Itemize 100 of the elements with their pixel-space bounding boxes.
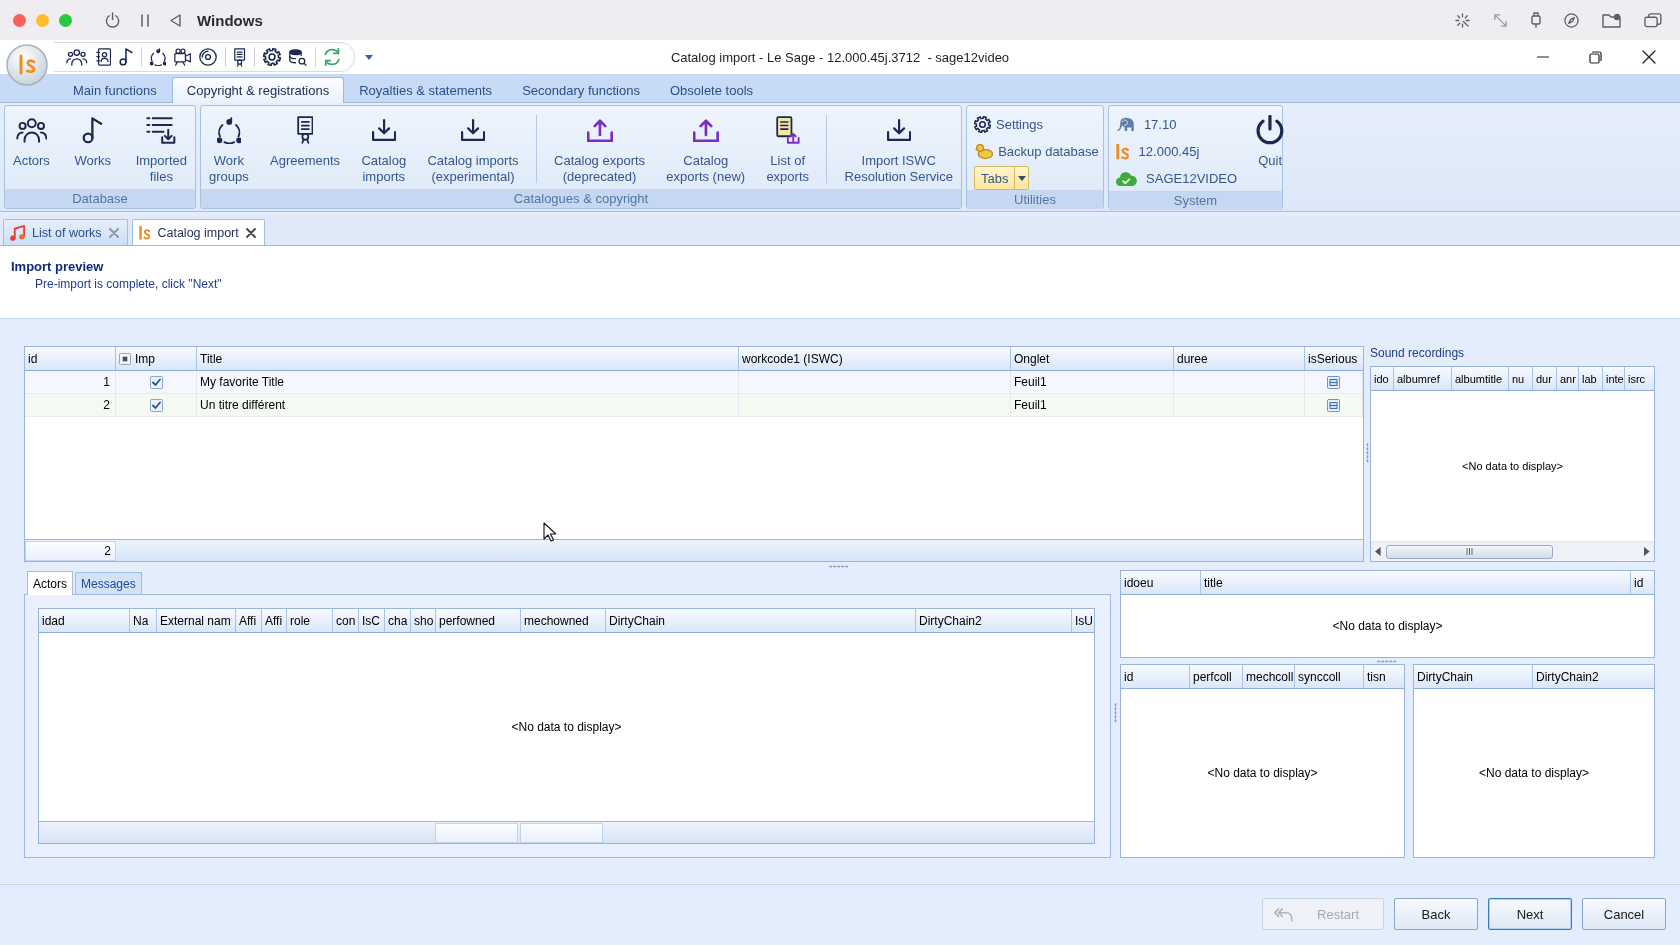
scrollbar-thumb[interactable] (1385, 544, 1553, 559)
close-icon[interactable] (245, 227, 256, 238)
column-header[interactable]: lab (1579, 367, 1603, 390)
ribbon-button[interactable]: Imported files (131, 111, 191, 187)
folder-icon[interactable] (1602, 12, 1622, 28)
ribbon-button[interactable]: Works (70, 111, 116, 171)
usb-drive-icon[interactable] (1531, 12, 1542, 28)
certificate-icon[interactable] (234, 47, 246, 67)
column-header[interactable]: DirtyChain (606, 609, 916, 632)
splitter-grip-icon[interactable] (1365, 443, 1369, 465)
ribbon-tab[interactable]: Royalties & statements (344, 77, 508, 102)
ribbon-button[interactable]: List of exports (762, 111, 813, 187)
checkbox[interactable] (149, 375, 163, 389)
column-header[interactable]: role (287, 609, 333, 632)
ribbon-button[interactable]: Settings (971, 112, 1102, 137)
ribbon-button[interactable]: Import ISWC Resolution Service (840, 111, 957, 187)
splitter-grip-icon[interactable] (828, 564, 851, 568)
cycle-icon[interactable] (149, 48, 167, 66)
checkbox[interactable] (1327, 398, 1340, 412)
column-header[interactable]: duree (1174, 347, 1305, 370)
column-header[interactable]: albumtitle (1452, 367, 1509, 390)
checkbox[interactable] (1327, 375, 1340, 389)
column-header[interactable]: Onglet (1011, 347, 1174, 370)
back-icon[interactable] (170, 13, 182, 27)
column-header[interactable]: id (1631, 571, 1654, 594)
disc-icon[interactable] (199, 48, 218, 66)
column-header[interactable]: inte (1603, 367, 1625, 390)
windows-icon[interactable] (1644, 12, 1662, 28)
column-header[interactable]: DirtyChain2 (916, 609, 1072, 632)
restore-icon[interactable] (1589, 50, 1602, 64)
column-header[interactable]: albumref (1394, 367, 1452, 390)
splitter-grip-icon[interactable] (1114, 703, 1117, 725)
column-header[interactable]: isrc (1625, 367, 1654, 390)
dialog-button[interactable]: Next (1488, 898, 1572, 930)
database-search-icon[interactable] (288, 48, 307, 66)
column-header[interactable]: IsU (1072, 609, 1094, 632)
power-icon[interactable] (105, 12, 121, 28)
column-header[interactable]: mechcoll (1243, 665, 1295, 688)
people-icon[interactable] (66, 48, 88, 66)
column-header[interactable]: workcode1 (ISWC) (739, 347, 1011, 370)
column-header[interactable]: con (333, 609, 359, 632)
column-header[interactable]: cha (385, 609, 411, 632)
checkbox[interactable] (119, 352, 131, 365)
column-header[interactable]: mechowned (521, 609, 606, 632)
horizontal-scrollbar[interactable] (1371, 541, 1654, 561)
column-header[interactable]: dur (1533, 367, 1557, 390)
ribbon-button[interactable]: Catalog exports (new) (662, 111, 750, 187)
ribbon-button[interactable]: Quit (1252, 111, 1289, 171)
column-header[interactable]: perfowned (436, 609, 521, 632)
dialog-button[interactable]: Cancel (1582, 898, 1666, 930)
ribbon-button[interactable]: Actors (9, 111, 54, 171)
scroll-left-icon[interactable] (1375, 547, 1381, 556)
customize-caret-icon[interactable] (364, 54, 373, 60)
scroll-right-icon[interactable] (1644, 547, 1650, 556)
column-header[interactable]: title (1201, 571, 1631, 594)
column-header[interactable]: isSerious (1305, 347, 1363, 370)
column-header[interactable]: anr (1557, 367, 1579, 390)
dropdown-button[interactable]: Tabs (974, 166, 1030, 190)
ribbon-tab[interactable]: Copyright & registrations (171, 77, 345, 103)
column-header[interactable]: IsC (359, 609, 385, 632)
ribbon-tab[interactable]: Main functions (58, 77, 172, 102)
column-header[interactable]: DirtyChain (1414, 665, 1533, 688)
ribbon-button[interactable]: Agreements (266, 111, 345, 171)
column-header[interactable]: Title (197, 347, 739, 370)
column-header[interactable]: Affi (262, 609, 287, 632)
column-header[interactable]: nu (1509, 367, 1533, 390)
column-header[interactable]: id (1121, 665, 1190, 688)
ribbon-tab[interactable]: Obsolete tools (654, 77, 769, 102)
document-tab[interactable]: List of works (3, 219, 128, 245)
splitter-grip-icon[interactable] (1376, 659, 1399, 663)
ribbon-button[interactable]: Backup database (971, 139, 1102, 164)
ribbon-button[interactable]: Catalog imports (experimental) (423, 111, 523, 187)
column-header[interactable]: idad (39, 609, 130, 632)
ribbon-button[interactable]: Work groups (205, 111, 253, 187)
ribbon-button[interactable]: Catalog imports (357, 111, 411, 187)
close-icon[interactable] (1642, 50, 1656, 64)
dialog-button[interactable]: Back (1394, 898, 1478, 930)
column-header[interactable]: sho (411, 609, 436, 632)
column-header[interactable]: Affi (236, 609, 262, 632)
column-header[interactable]: perfcoll (1190, 665, 1243, 688)
compass-icon[interactable] (1564, 12, 1580, 28)
column-header[interactable]: External nam (157, 609, 236, 632)
column-header[interactable]: ido (1371, 367, 1394, 390)
sparkle-cursor-icon[interactable] (1455, 12, 1471, 28)
column-header[interactable]: DirtyChain2 (1533, 665, 1654, 688)
column-header[interactable]: id (25, 347, 116, 370)
refresh-icon[interactable] (323, 48, 340, 66)
contact-book-icon[interactable] (95, 48, 111, 66)
tab[interactable]: Messages (75, 572, 142, 594)
ribbon-tab[interactable]: Secondary functions (507, 77, 655, 102)
column-header[interactable]: tisn (1364, 665, 1404, 688)
ribbon-button[interactable]: Catalog exports (deprecated) (550, 111, 650, 187)
checkbox[interactable] (149, 398, 163, 412)
column-header[interactable]: idoeu (1121, 571, 1201, 594)
settings-icon[interactable] (262, 48, 281, 66)
column-header[interactable]: Imp (116, 347, 197, 370)
column-header[interactable]: synccoll (1295, 665, 1364, 688)
video-camera-icon[interactable] (174, 48, 192, 66)
music-note-icon[interactable] (118, 48, 133, 66)
column-header[interactable]: Na (130, 609, 157, 632)
